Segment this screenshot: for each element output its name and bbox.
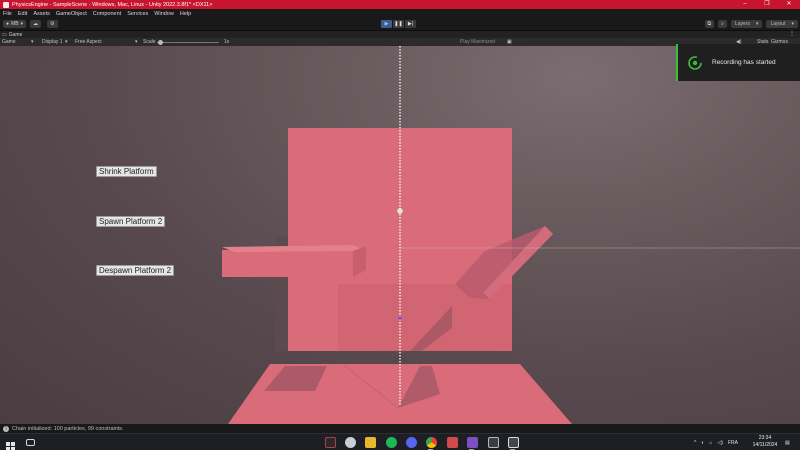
chevron-up-icon[interactable]: ^ <box>694 440 696 446</box>
app-icon-2[interactable] <box>345 437 356 448</box>
display-dropdown[interactable]: Display 1 <box>42 38 63 46</box>
menu-edit[interactable]: Edit <box>18 11 27 17</box>
unity-hub-icon[interactable] <box>488 437 499 448</box>
task-view-icon[interactable] <box>26 439 35 446</box>
account-icon: ● <box>6 21 10 27</box>
clock-time: 23:34 <box>758 435 772 441</box>
game-viewport[interactable]: Shrink Platform Spawn Platform 2 Despawn… <box>0 46 800 424</box>
main-toolbar: ● MB ▾ ☁ ⚙ ▶ ❚❚ ▶| ⧉ ⌕ Layers ▾ Layout ▾ <box>0 18 800 31</box>
menu-component[interactable]: Component <box>93 11 121 17</box>
start-icon[interactable] <box>6 438 15 450</box>
spawn-platform-button[interactable]: Spawn Platform 2 <box>96 216 166 227</box>
spotify-icon[interactable] <box>386 437 397 448</box>
layout-label: Layout <box>770 21 786 27</box>
game-mode-dropdown[interactable]: Game <box>2 38 16 46</box>
clock[interactable]: 23:34 14/11/2024 <box>752 435 778 449</box>
chrome-icon[interactable] <box>426 437 437 448</box>
recording-text: Recording has started <box>712 59 776 66</box>
tab-game[interactable]: ▭ Game <box>2 32 22 38</box>
menu-services[interactable]: Services <box>127 11 148 17</box>
chevron-down-icon: ▾ <box>135 39 138 45</box>
headset-icon[interactable]: ◐ <box>701 440 704 446</box>
menu-gameobject[interactable]: GameObject <box>56 11 87 17</box>
tab-menu-icon[interactable]: ⋮ <box>789 31 795 38</box>
play-button[interactable]: ▶ <box>381 20 392 28</box>
chevron-down-icon: ▾ <box>20 21 24 27</box>
maximize-button[interactable]: ❐ <box>756 0 778 9</box>
unity-editor-icon[interactable] <box>508 437 519 448</box>
unity-icon <box>3 1 9 8</box>
status-bar: i Chain initialized: 100 particles, 99 c… <box>0 424 800 433</box>
scene-render <box>222 46 800 424</box>
chevron-down-icon: ▾ <box>65 39 68 45</box>
layers-label: Layers <box>734 21 750 27</box>
layout-dropdown[interactable]: Layout ▾ <box>766 20 798 28</box>
close-button[interactable]: ✕ <box>778 0 800 9</box>
menu-window[interactable]: Window <box>154 11 174 17</box>
tab-bar: ▭ Game ⋮ <box>0 31 800 38</box>
gamepad-icon: ▭ <box>2 31 7 38</box>
app-icon-7[interactable] <box>447 437 458 448</box>
notifications-icon[interactable]: ▤ <box>785 434 790 450</box>
search-icon: ⌕ <box>721 21 724 27</box>
menu-bar: File Edit Assets GameObject Component Se… <box>0 9 800 18</box>
gamepad-icon[interactable]: ⌂ <box>709 440 712 446</box>
cloud-icon: ☁ <box>33 21 39 27</box>
title-bar: PhysicsEngine - SampleScene - Windows, M… <box>0 0 800 9</box>
speaker-icon[interactable]: ◁) <box>717 440 723 446</box>
tab-game-label: Game <box>8 31 23 38</box>
info-icon: i <box>3 425 9 432</box>
chrome-running-indicator <box>428 448 433 450</box>
scale-slider[interactable] <box>157 41 219 43</box>
discord-icon[interactable] <box>406 437 417 448</box>
despawn-platform-button[interactable]: Despawn Platform 2 <box>96 265 175 276</box>
menu-file[interactable]: File <box>3 11 12 17</box>
unity-running-indicator <box>510 448 515 450</box>
system-tray: ^ ◐ ⌂ ◁) FRA <box>694 434 738 450</box>
mute-icon[interactable]: ▣ <box>507 38 512 46</box>
cloud-button[interactable]: ☁ <box>30 20 42 28</box>
play-controls: ▶ ❚❚ ▶| <box>381 20 416 28</box>
console-status[interactable]: Chain initialized: 100 particles, 99 con… <box>12 426 124 432</box>
step-icon: ▶| <box>407 21 414 27</box>
pause-button[interactable]: ❚❚ <box>393 20 404 28</box>
account-button[interactable]: ● MB ▾ <box>3 20 27 28</box>
windows-taskbar: ^ ◐ ⌂ ◁) FRA 23:34 14/11/2024 ▤ <box>0 433 800 450</box>
history-icon: ⧉ <box>707 21 712 27</box>
chevron-down-icon: ▾ <box>755 21 759 27</box>
recording-notification[interactable]: Recording has started <box>676 44 800 81</box>
chevron-down-icon: ▾ <box>791 21 794 27</box>
minimize-button[interactable]: – <box>734 0 756 9</box>
chain-anchor <box>397 208 403 214</box>
collab-button[interactable]: ⚙ <box>47 20 58 28</box>
play-maximized-toggle[interactable]: Play Maximized <box>460 38 495 46</box>
menu-assets[interactable]: Assets <box>33 11 50 17</box>
side-platform-top <box>222 245 366 252</box>
clock-date: 14/11/2024 <box>752 442 778 448</box>
vs-running-indicator <box>469 448 474 450</box>
gear-icon: ⚙ <box>50 21 55 27</box>
search-button[interactable]: ⌕ <box>718 20 727 28</box>
scale-label: Scale <box>143 39 156 45</box>
aspect-dropdown[interactable]: Free Aspect <box>75 38 102 46</box>
file-explorer-icon[interactable] <box>365 437 376 448</box>
shrink-platform-button[interactable]: Shrink Platform <box>96 166 157 177</box>
app-icon-1[interactable] <box>325 437 336 448</box>
chevron-down-icon: ▾ <box>31 39 34 45</box>
scale-value: 1x <box>224 39 230 45</box>
language-indicator[interactable]: FRA <box>728 440 738 446</box>
pause-icon: ❚❚ <box>394 21 403 27</box>
menu-help[interactable]: Help <box>180 11 191 17</box>
account-label: MB <box>11 21 19 27</box>
recording-icon <box>687 55 703 71</box>
visual-studio-icon[interactable] <box>467 437 478 448</box>
window-title: PhysicsEngine - SampleScene - Windows, M… <box>12 1 213 8</box>
step-button[interactable]: ▶| <box>405 20 416 28</box>
undo-history-button[interactable]: ⧉ <box>704 20 715 28</box>
play-icon: ▶ <box>384 21 389 27</box>
chain-end <box>398 316 402 320</box>
scale-slider-handle[interactable] <box>158 39 163 45</box>
layers-dropdown[interactable]: Layers ▾ <box>730 20 763 28</box>
